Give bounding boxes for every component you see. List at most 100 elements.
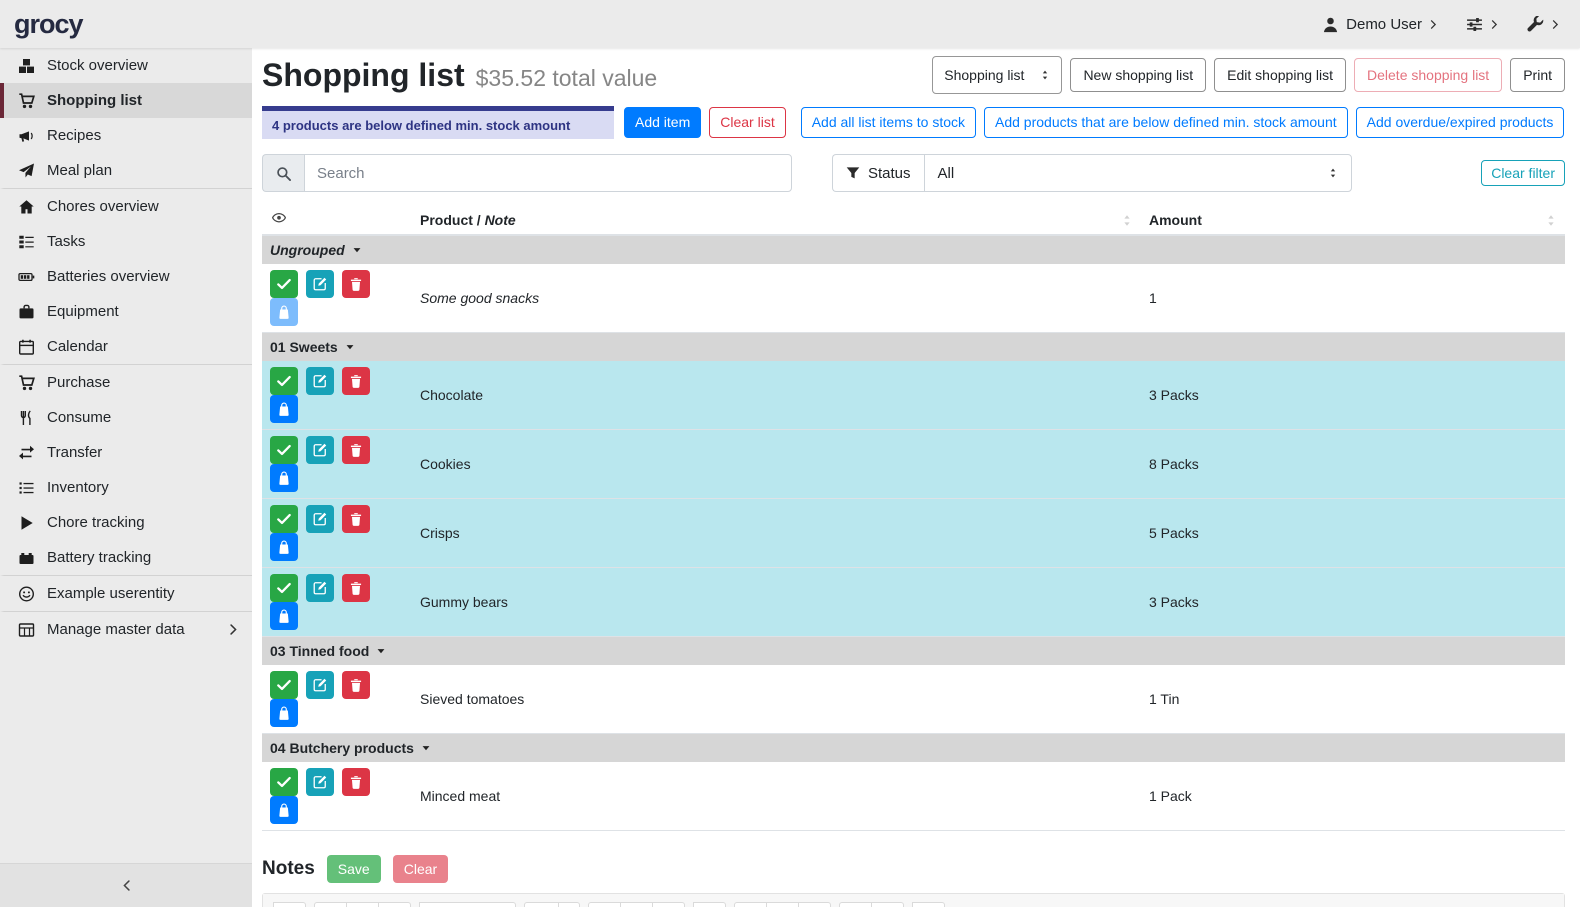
add-overdue-button[interactable]: Add overdue/expired products (1356, 107, 1565, 138)
fullscreen-button[interactable] (839, 902, 872, 907)
sidebar-item-chores-overview[interactable]: Chores overview (0, 189, 252, 224)
delete-shopping-list-button[interactable]: Delete shopping list (1354, 58, 1502, 93)
code-view-button[interactable]: </> (871, 902, 904, 907)
delete-item-button[interactable] (342, 574, 370, 602)
done-button[interactable] (270, 505, 298, 533)
unordered-list-button[interactable] (588, 902, 621, 907)
clear-filter-button[interactable]: Clear filter (1481, 160, 1565, 186)
delete-item-button[interactable] (342, 768, 370, 796)
paragraph-align-button[interactable] (652, 902, 685, 907)
highlight-color-caret-button[interactable] (558, 902, 580, 907)
done-button[interactable] (270, 436, 298, 464)
magic-style-button[interactable] (273, 902, 306, 907)
product-group-row-ungrouped[interactable]: Ungrouped (262, 235, 1565, 264)
sidebar-collapse-button[interactable] (0, 863, 252, 907)
add-to-stock-button[interactable] (270, 464, 298, 492)
ordered-list-button[interactable]: 123 (620, 902, 653, 907)
insert-link-button[interactable] (734, 902, 767, 907)
settings-menu[interactable] (1466, 16, 1499, 33)
sidebar-item-purchase[interactable]: Purchase (0, 365, 252, 400)
edit-item-button[interactable] (306, 574, 334, 602)
done-button[interactable] (270, 574, 298, 602)
highlight-color-button[interactable]: A (524, 902, 559, 907)
clear-format-button[interactable] (378, 902, 411, 907)
help-button[interactable]: ? (912, 902, 945, 907)
edit-item-button[interactable] (306, 768, 334, 796)
sidebar-item-transfer[interactable]: Transfer (0, 435, 252, 470)
done-button[interactable] (270, 270, 298, 298)
pencil-icon (313, 277, 327, 291)
insert-picture-button[interactable] (766, 902, 799, 907)
product-group-row-03-tinned-food[interactable]: 03 Tinned food (262, 637, 1565, 666)
add-to-stock-button[interactable] (270, 796, 298, 824)
done-button[interactable] (270, 671, 298, 699)
font-family-button[interactable]: Noto Sans (419, 902, 516, 907)
delete-item-button[interactable] (342, 505, 370, 533)
sidebar-item-meal-plan[interactable]: Meal plan (0, 153, 252, 189)
edit-item-button[interactable] (306, 270, 334, 298)
edit-item-button[interactable] (306, 671, 334, 699)
sidebar-item-equipment[interactable]: Equipment (0, 294, 252, 329)
sidebar-item-tasks[interactable]: Tasks (0, 224, 252, 259)
user-menu[interactable]: Demo User (1322, 16, 1438, 33)
admin-tools-menu[interactable] (1527, 16, 1560, 33)
sidebar-item-batteries-overview[interactable]: Batteries overview (0, 259, 252, 294)
delete-item-button[interactable] (342, 270, 370, 298)
delete-item-button[interactable] (342, 436, 370, 464)
sidebar-item-battery-tracking[interactable]: Battery tracking (0, 540, 252, 576)
sidebar-item-chore-tracking[interactable]: Chore tracking (0, 505, 252, 540)
add-to-stock-button[interactable] (270, 699, 298, 727)
add-item-button[interactable]: Add item (624, 107, 701, 138)
eye-icon[interactable] (270, 211, 288, 225)
bullhorn-icon (17, 128, 36, 144)
underline-button[interactable]: U (346, 902, 379, 907)
amount-column-header[interactable]: Amount (1141, 205, 1565, 235)
product-name: Sieved tomatoes (420, 691, 524, 707)
edit-item-button[interactable] (306, 367, 334, 395)
sidebar-item-consume[interactable]: Consume (0, 400, 252, 435)
add-to-stock-button[interactable] (270, 533, 298, 561)
bold-button[interactable]: B (314, 902, 347, 907)
add-all-to-stock-button[interactable]: Add all list items to stock (801, 107, 976, 138)
done-button[interactable] (270, 768, 298, 796)
insert-table-button[interactable] (693, 902, 726, 907)
print-button[interactable]: Print (1510, 58, 1565, 93)
add-to-stock-button[interactable] (270, 298, 298, 326)
sort-icon[interactable] (1545, 214, 1557, 227)
sidebar-item-example-userentity[interactable]: Example userentity (0, 576, 252, 612)
add-to-stock-button[interactable] (270, 602, 298, 630)
pencil-icon (313, 512, 327, 526)
insert-video-button[interactable] (798, 902, 831, 907)
product-group-row-04-butchery-products[interactable]: 04 Butchery products (262, 734, 1565, 763)
row-actions-cell (262, 430, 412, 499)
sidebar-item-recipes[interactable]: Recipes (0, 118, 252, 153)
check-icon (277, 374, 291, 388)
sidebar-item-stock-overview[interactable]: Stock overview (0, 48, 252, 83)
app-logo[interactable]: grocy (14, 9, 83, 40)
notes-clear-button[interactable]: Clear (393, 855, 448, 883)
sidebar-item-inventory[interactable]: Inventory (0, 470, 252, 505)
new-shopping-list-button[interactable]: New shopping list (1070, 58, 1206, 93)
clear-list-button[interactable]: Clear list (709, 107, 785, 138)
edit-item-button[interactable] (306, 505, 334, 533)
add-to-stock-button[interactable] (270, 395, 298, 423)
shopping-list-select[interactable]: Shopping list (932, 56, 1062, 94)
sidebar-item-shopping-list[interactable]: Shopping list (0, 83, 252, 118)
sidebar-item-manage-master-data[interactable]: Manage master data (0, 612, 252, 647)
sort-icon[interactable] (1121, 214, 1133, 227)
delete-item-button[interactable] (342, 671, 370, 699)
add-below-min-stock-button[interactable]: Add products that are below defined min.… (984, 107, 1348, 138)
product-group-row-01-sweets[interactable]: 01 Sweets (262, 333, 1565, 362)
product-column-header[interactable]: Product / Note (412, 205, 1141, 235)
status-filter-select[interactable]: All (924, 154, 1352, 192)
notes-save-button[interactable]: Save (327, 855, 381, 883)
row-actions-cell (262, 568, 412, 637)
done-button[interactable] (270, 367, 298, 395)
chevron-right-icon (228, 624, 239, 635)
shopping-bag-icon (277, 471, 291, 485)
delete-item-button[interactable] (342, 367, 370, 395)
edit-item-button[interactable] (306, 436, 334, 464)
edit-shopping-list-button[interactable]: Edit shopping list (1214, 58, 1346, 93)
search-input[interactable] (304, 154, 792, 192)
sidebar-item-calendar[interactable]: Calendar (0, 329, 252, 365)
